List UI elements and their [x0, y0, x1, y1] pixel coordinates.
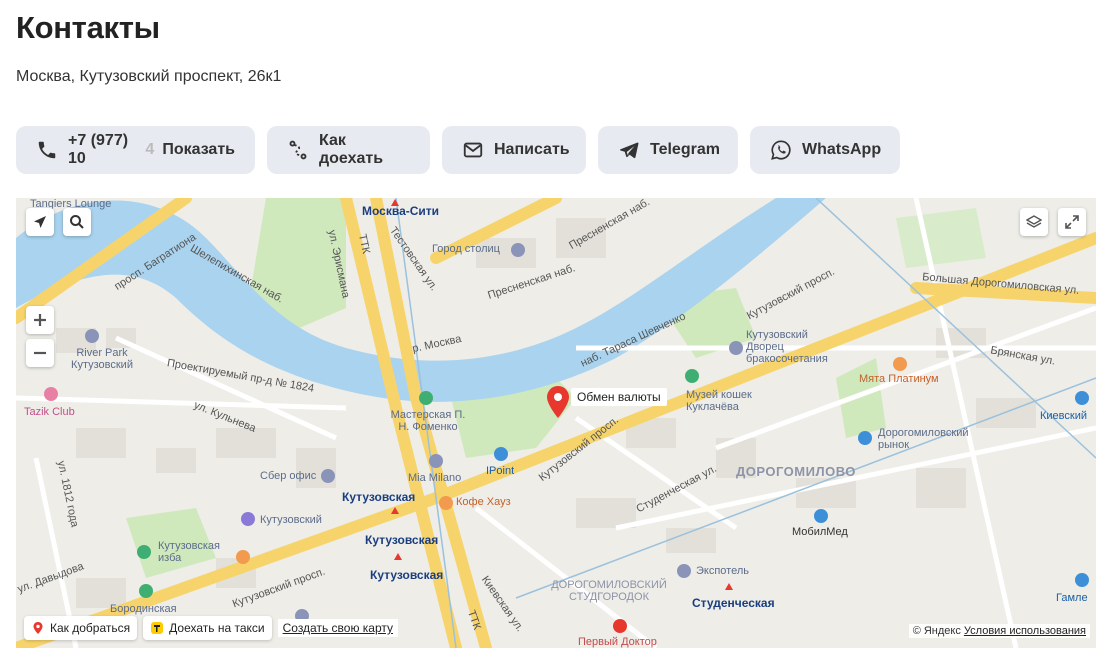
map-marker-label[interactable]: Обмен валюты: [571, 388, 667, 406]
map-label: Музей кошек Куклачёва: [686, 389, 752, 413]
map-label: Бородинская: [110, 603, 177, 615]
layers-icon: [1026, 215, 1042, 228]
map-label: Mia Milano: [408, 472, 462, 484]
phone-number: +7 (977) 10: [68, 132, 129, 167]
write-button[interactable]: Написать: [442, 126, 586, 174]
route-label: Как доехать: [319, 132, 384, 167]
locate-icon: [34, 216, 46, 228]
map-search-button[interactable]: [63, 208, 91, 236]
address: Москва, Кутузовский проспект, 26к1: [16, 68, 282, 85]
phone-number-fade: 4: [145, 141, 155, 158]
locate-button[interactable]: [26, 208, 54, 236]
search-icon: [70, 215, 84, 229]
map-label: Город столиц: [432, 243, 500, 255]
copyright-text: © Яндекс: [912, 625, 961, 637]
map-label: Студенческая: [692, 596, 775, 610]
map-label: Кофе Хауз: [456, 496, 511, 508]
map-label: Дорогомиловский рынок: [878, 427, 969, 451]
taxi-icon: [150, 621, 164, 635]
taxi-button[interactable]: Доехать на такси: [143, 616, 272, 640]
route-map-button[interactable]: Как добраться: [24, 616, 138, 640]
page-title: Контакты: [16, 10, 160, 45]
map-label: ДОРОГОМИЛОВО: [736, 464, 856, 479]
map-label: Экспотель: [696, 565, 749, 577]
map-label: Первый Доктор: [578, 636, 657, 648]
contact-actions: +7 (977) 10 4 Показать Как доехать Написа…: [16, 126, 900, 174]
map-label: Гамле: [1056, 592, 1088, 604]
telegram-button[interactable]: Telegram: [598, 126, 738, 174]
map-copyright: © Яндекс Условия использования: [908, 624, 1090, 638]
map-label: Кутузовский Дворец бракосочетания: [746, 329, 828, 365]
phone-icon: [36, 139, 58, 161]
route-button[interactable]: Как доехать: [267, 126, 430, 174]
write-label: Написать: [494, 141, 570, 158]
map-label: IPoint: [486, 465, 515, 477]
create-map-link[interactable]: Создать свою карту: [277, 619, 399, 637]
phone-button[interactable]: +7 (977) 10 4 Показать: [16, 126, 255, 174]
mail-icon: [462, 139, 484, 161]
zoom-out-icon: [34, 351, 46, 355]
fullscreen-icon: [1065, 215, 1079, 229]
fullscreen-button[interactable]: [1058, 208, 1086, 236]
map-label: Кутузовская: [342, 490, 416, 504]
zoom-in-button[interactable]: [26, 306, 54, 334]
map-label: Сбер офис: [260, 470, 317, 482]
map-label: Мята Платинум: [859, 373, 939, 385]
whatsapp-button[interactable]: WhatsApp: [750, 126, 900, 174]
map-label: Кутузовская изба: [158, 540, 220, 564]
map-label: ДОРОГОМИЛОВСКИЙ СТУДГОРОДОК: [551, 579, 667, 603]
taxi-label: Доехать на такси: [169, 621, 265, 635]
telegram-icon: [618, 139, 640, 161]
map-label: МобилМед: [792, 526, 848, 538]
map-label: Киевский: [1040, 410, 1087, 422]
map-bottom-bar: Как добраться Доехать на такси Создать с…: [24, 616, 399, 640]
zoom-in-icon: [34, 314, 46, 326]
terms-link[interactable]: Условия использования: [964, 625, 1086, 637]
map-label: Мастерская П. Н. Фоменко: [390, 409, 466, 433]
pin-icon: [31, 621, 45, 635]
map-label: Кутузовская: [370, 568, 444, 582]
route-map-label: Как добраться: [50, 621, 131, 635]
zoom-out-button[interactable]: [26, 339, 54, 367]
map-label: Кутузовская: [365, 533, 439, 547]
route-icon: [287, 139, 309, 161]
map-label: Кутузовский: [260, 514, 322, 526]
map-label: Москва-Сити: [362, 204, 440, 218]
whatsapp-label: WhatsApp: [802, 141, 882, 158]
map[interactable]: Обмен валюты Tangiers Lounge Москва-Сити…: [16, 198, 1096, 648]
map-label: Tazik Club: [24, 406, 75, 418]
telegram-label: Telegram: [650, 141, 720, 158]
show-phone-label: Показать: [162, 141, 235, 158]
whatsapp-icon: [770, 139, 792, 161]
map-label: River Park Кутузовский: [71, 347, 133, 371]
layers-button[interactable]: [1020, 208, 1048, 236]
